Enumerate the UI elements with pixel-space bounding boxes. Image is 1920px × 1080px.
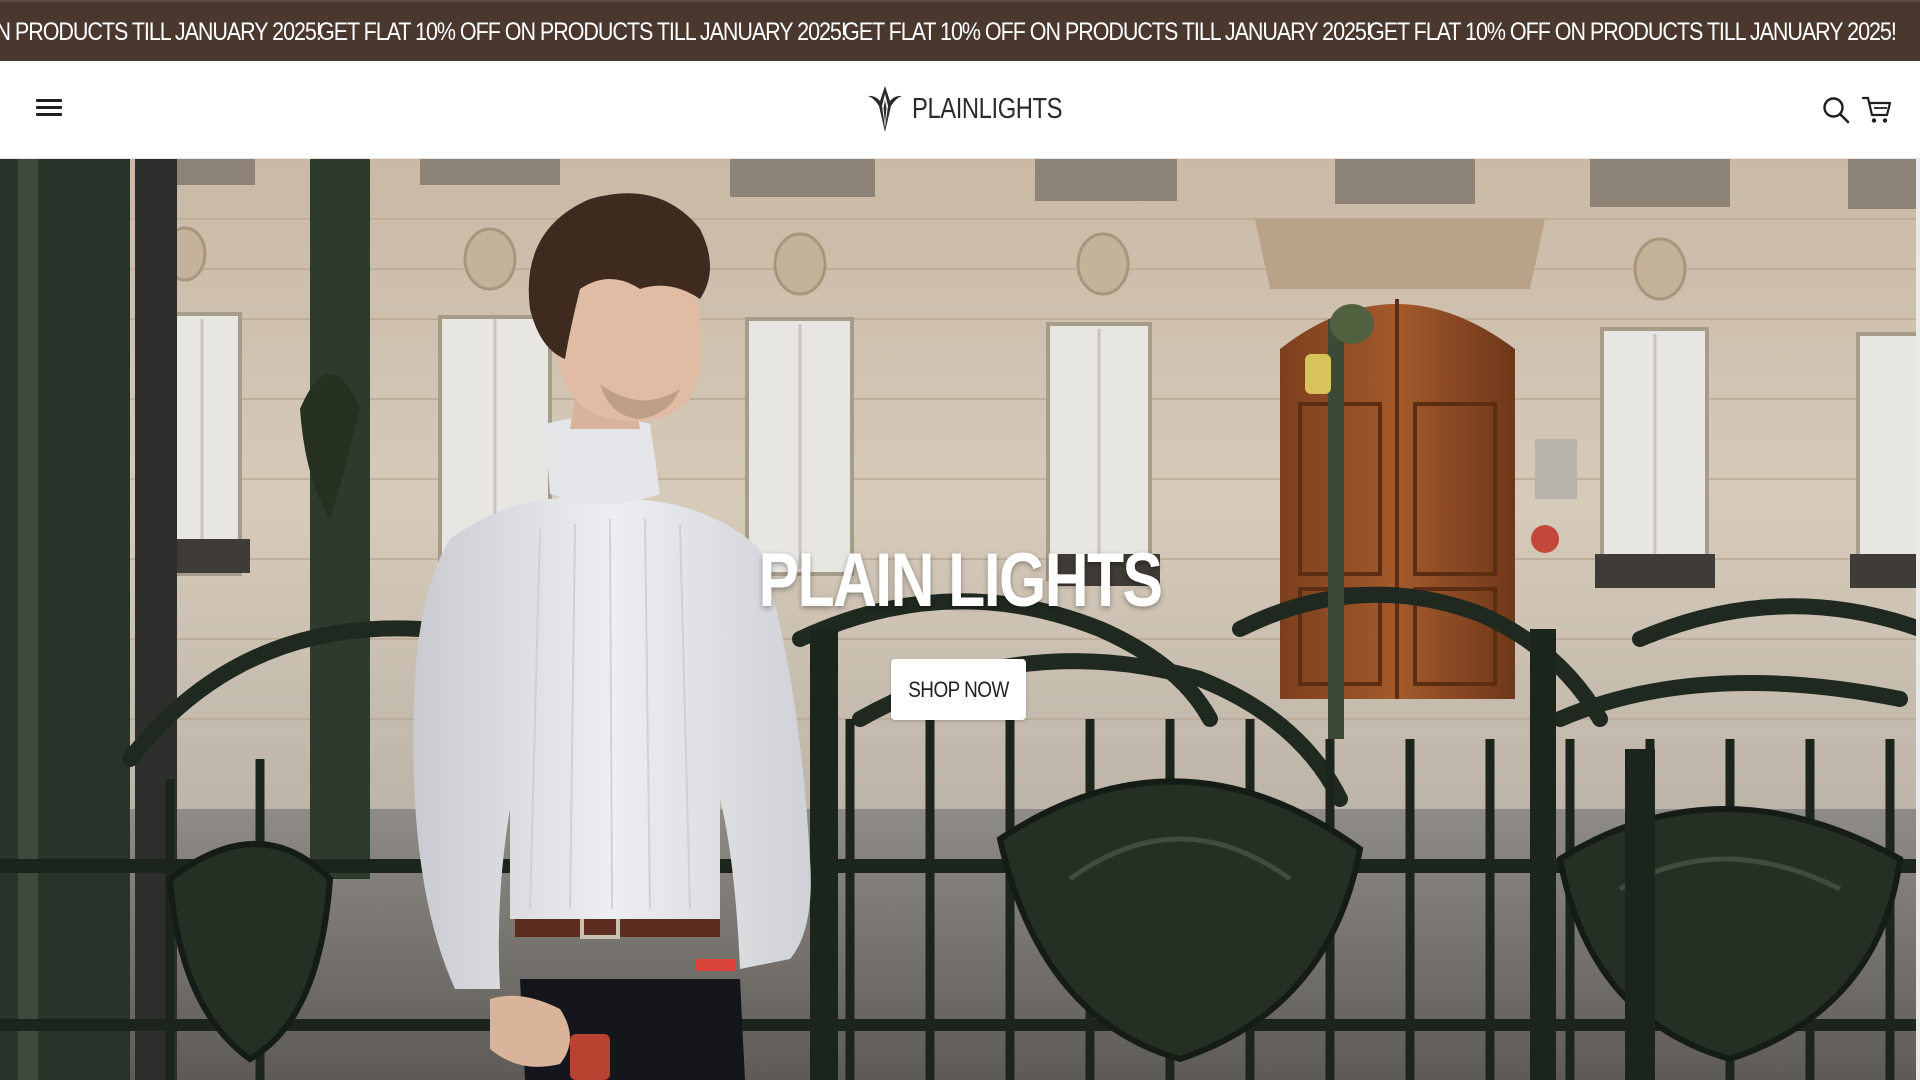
shop-now-label: SHOP NOW: [908, 676, 1009, 702]
announcement-message: GET FLAT 10% OFF ON PRODUCTS TILL JANUAR…: [0, 18, 322, 46]
logo-mark-icon: [868, 86, 902, 132]
announcement-message: GET FLAT 10% OFF ON PRODUCTS TILL JANUAR…: [843, 18, 1372, 46]
site-logo[interactable]: PLAINLIGHTS: [866, 83, 1095, 135]
announcement-bar: GET FLAT 10% OFF ON PRODUCTS TILL JANUAR…: [0, 0, 1920, 61]
shop-now-button[interactable]: SHOP NOW: [891, 659, 1026, 720]
search-icon[interactable]: [1821, 95, 1851, 125]
hero-title: PLAIN LIGHTS: [758, 538, 1163, 623]
hamburger-menu-icon[interactable]: [34, 95, 64, 125]
logo-text: PLAINLIGHTS: [912, 92, 1063, 125]
scrollbar[interactable]: [1916, 159, 1920, 1080]
announcement-message: GET FLAT 10% OFF ON PRODUCTS TILL JANUAR…: [318, 18, 847, 46]
cart-icon[interactable]: [1861, 94, 1893, 126]
hero-banner: PLAIN LIGHTS SHOP NOW: [0, 159, 1920, 1080]
site-header: PLAINLIGHTS: [0, 61, 1920, 159]
announcement-marquee: GET FLAT 10% OFF ON PRODUCTS TILL JANUAR…: [0, 2, 1897, 61]
announcement-message: GET FLAT 10% OFF ON PRODUCTS TILL JANUAR…: [1368, 18, 1897, 46]
